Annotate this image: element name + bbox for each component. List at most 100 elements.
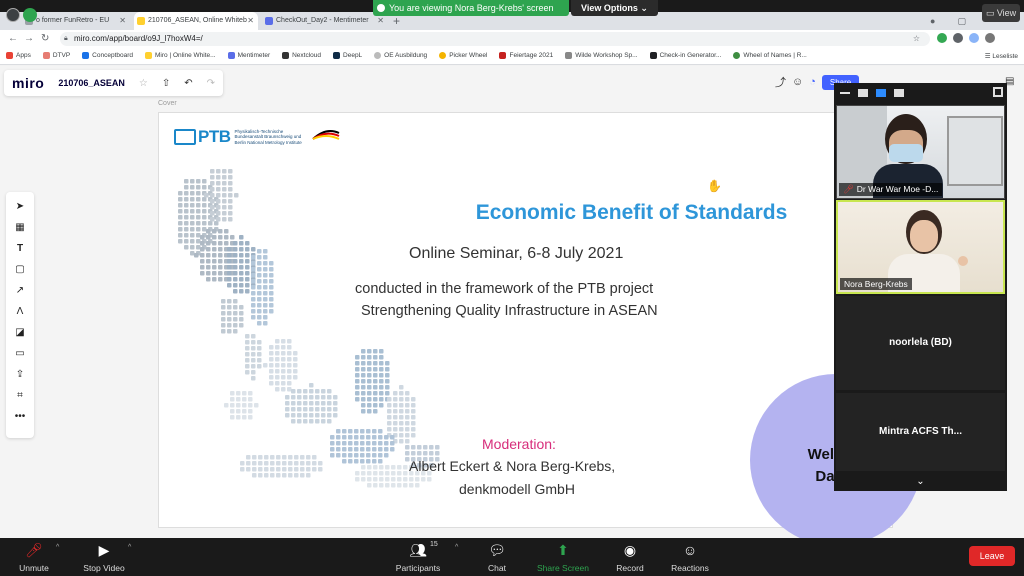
map-dot: [257, 315, 262, 320]
frame-tool-icon[interactable]: ⌗: [6, 387, 34, 405]
participant-name: Nora Berg-Krebs: [840, 278, 912, 290]
video-tile-noorlela[interactable]: noorlela (BD) 🎤︎: [836, 296, 1005, 430]
export-icon[interactable]: ⇧: [162, 78, 170, 89]
map-dot: [281, 387, 286, 392]
more-tools-icon[interactable]: •••: [6, 408, 34, 426]
map-dot: [385, 391, 390, 396]
tab-mentimeter[interactable]: CheckOut_Day2 - Mentimeter ✕: [262, 12, 388, 30]
map-dot: [355, 477, 360, 482]
map-dot: [196, 191, 201, 196]
connector-tool-icon[interactable]: ↗: [6, 282, 34, 300]
board-name[interactable]: 210706_ASEAN: [58, 78, 125, 88]
video-tile-nora-berg-krebs[interactable]: Nora Berg-Krebs: [836, 200, 1005, 294]
extension-icon[interactable]: [937, 33, 947, 43]
undo-icon[interactable]: ↶: [184, 78, 192, 89]
map-dot: [224, 403, 229, 408]
bookmark-miro[interactable]: Miro | Online White...: [145, 52, 216, 59]
upload-tool-icon[interactable]: ⇪: [6, 366, 34, 384]
bookmark-deepl[interactable]: DeepL: [333, 52, 362, 59]
minimize-icon[interactable]: ●: [930, 12, 935, 30]
tab-funretro[interactable]: o former FunRetro - EU ✕: [22, 12, 130, 30]
bookmark-picker-wheel[interactable]: Picker Wheel: [439, 52, 487, 59]
map-dot: [257, 303, 262, 308]
miro-logo[interactable]: miro: [12, 75, 44, 91]
map-dot: [287, 369, 292, 374]
close-tab-icon[interactable]: ✕: [247, 12, 254, 30]
back-icon[interactable]: ←: [8, 30, 18, 47]
view-options-button[interactable]: View Options ⌄: [571, 0, 658, 16]
participants-button[interactable]: 👥︎ Participants: [378, 540, 458, 573]
reactions-icon[interactable]: ☺: [792, 76, 803, 88]
map-dot: [385, 471, 390, 476]
bookmark-icon: [565, 52, 573, 59]
bookmark-checkin-generator[interactable]: Check-in Generator...: [649, 52, 721, 59]
puzzle-icon[interactable]: [953, 33, 963, 43]
reading-list-label: Leseliste: [992, 53, 1018, 60]
menu-dots-icon[interactable]: [985, 33, 995, 43]
ptb-logo-text: PTB: [198, 127, 231, 146]
shape-tool-icon[interactable]: ▢: [6, 261, 34, 279]
map-dot: [222, 175, 227, 180]
star-icon[interactable]: ☆: [913, 32, 920, 46]
map-dot: [321, 413, 326, 418]
zoom-view-button[interactable]: ▭ View: [982, 4, 1020, 22]
map-dot: [242, 397, 247, 402]
map-dot: [293, 375, 298, 380]
bookmark-icon: [649, 52, 657, 59]
bookmark-oe-ausbildung[interactable]: OE Ausbildung: [374, 52, 427, 59]
leave-button[interactable]: Leave: [969, 546, 1015, 566]
map-dot: [200, 247, 205, 252]
forward-icon[interactable]: →: [24, 30, 34, 47]
redo-icon[interactable]: ↷: [207, 78, 215, 89]
chevron-up-icon[interactable]: ^: [56, 544, 59, 551]
video-tile-war-war-moe[interactable]: 🎤︎ Dr War War Moe -D...: [836, 105, 1005, 199]
bookmark-wheel-of-names[interactable]: Wheel of Names | R...: [733, 52, 807, 59]
map-dot: [251, 255, 256, 260]
cursor-icon[interactable]: ⤴: [775, 74, 786, 90]
map-dot: [218, 235, 223, 240]
map-dot: [269, 345, 274, 350]
star-icon[interactable]: ☆: [139, 78, 148, 89]
map-dot: [275, 363, 280, 368]
reactions-button[interactable]: ☺ Reactions: [650, 540, 730, 573]
maximize-icon[interactable]: ▢: [957, 12, 966, 30]
bookmark-conceptboard[interactable]: Conceptboard: [82, 52, 133, 59]
popout-icon[interactable]: [993, 87, 1003, 97]
profile-avatar[interactable]: [969, 33, 979, 43]
chevron-down-icon[interactable]: ⌄: [834, 476, 1007, 487]
templates-tool-icon[interactable]: ▦: [6, 219, 34, 237]
video-tile-mintra[interactable]: Mintra ACFS Th...: [836, 393, 1005, 471]
gallery-view-icon[interactable]: [894, 89, 904, 97]
reload-icon[interactable]: ↻: [41, 30, 49, 47]
map-dot: [297, 389, 302, 394]
bookmark-apps[interactable]: Apps: [6, 52, 31, 59]
bookmark-feiertage[interactable]: Feiertage 2021: [499, 52, 553, 59]
map-dot: [288, 473, 293, 478]
map-dot: [178, 233, 183, 238]
chevron-up-icon[interactable]: ^: [128, 544, 131, 551]
strip-view-icon[interactable]: [876, 89, 886, 97]
stop-video-button[interactable]: ▶ Stop Video: [64, 540, 144, 573]
minimize-panel-icon[interactable]: [840, 92, 850, 94]
bookmark-wilde-workshop[interactable]: Wilde Workshop Sp...: [565, 52, 638, 59]
security-shield-icon[interactable]: [23, 8, 37, 22]
frame-label[interactable]: Cover: [158, 100, 177, 107]
bookmark-dtvp[interactable]: DTVP: [42, 52, 70, 59]
pen-tool-icon[interactable]: Ʌ: [6, 303, 34, 321]
timer-icon[interactable]: ◔: [809, 76, 816, 88]
comment-tool-icon[interactable]: ▭: [6, 345, 34, 363]
sticky-note-tool-icon[interactable]: ◪: [6, 324, 34, 342]
text-tool-icon[interactable]: T: [6, 240, 34, 258]
select-tool-icon[interactable]: ➤: [6, 198, 34, 216]
close-tab-icon[interactable]: ✕: [119, 12, 126, 30]
speaker-view-icon[interactable]: [858, 89, 868, 97]
url-input[interactable]: 🔒︎ miro.com/app/board/o9J_l7hoxW4=/ ☆: [60, 32, 930, 46]
reading-list[interactable]: ☰ Leseliste: [985, 52, 1018, 60]
map-dot: [379, 465, 384, 470]
unmute-button[interactable]: 🎤︎ Unmute: [0, 540, 74, 573]
info-icon[interactable]: [6, 8, 20, 22]
bookmark-mentimeter[interactable]: Mentimeter: [227, 52, 270, 59]
bookmark-nextcloud[interactable]: Nextcloud: [282, 52, 321, 59]
tab-miro-board[interactable]: 210706_ASEAN, Online Whiteb ✕: [134, 12, 258, 30]
map-dot: [297, 407, 302, 412]
